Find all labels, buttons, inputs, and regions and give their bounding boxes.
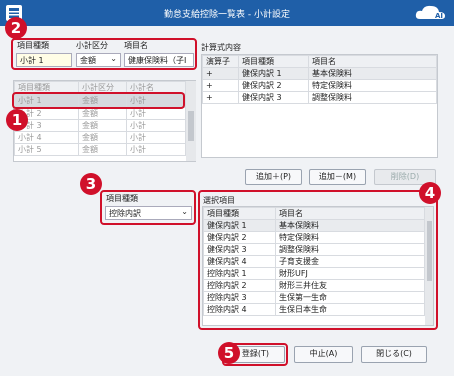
cell: 小計 — [126, 119, 186, 132]
cell: 健保内訳 1 — [238, 67, 309, 80]
highlight-box-2 — [11, 38, 197, 70]
step-badge-4: 4 — [419, 182, 441, 204]
cell: 特定保険料 — [308, 79, 437, 92]
table-row[interactable]: 小計 2 金額 小計 — [14, 107, 186, 120]
table-row[interactable]: + 健保内訳 3 調整保険料 — [202, 91, 437, 104]
step-badge-1: 1 — [6, 109, 28, 131]
highlight-box-3 — [100, 190, 196, 225]
cell: 金額 — [78, 107, 127, 120]
table-row[interactable]: 小計 4 金額 小計 — [14, 131, 186, 144]
formula-label: 計算式内容 — [201, 43, 241, 52]
cell: 金額 — [78, 131, 127, 144]
window-title: 勤怠支給控除一覧表 - 小計設定 — [164, 10, 290, 20]
cell: 小計 — [126, 143, 186, 156]
cell: 健保内訳 3 — [238, 91, 309, 104]
step-badge-2: 2 — [5, 17, 27, 39]
highlight-box-4 — [198, 190, 438, 330]
highlight-box-1 — [12, 92, 185, 109]
close-button[interactable]: 閉じる(C) — [361, 346, 427, 363]
cell: 小計 4 — [14, 131, 79, 144]
step-badge-3: 3 — [80, 173, 102, 195]
table-row[interactable]: 小計 3 金額 小計 — [14, 119, 186, 132]
add-plus-button[interactable]: 追加＋(P) — [245, 169, 302, 185]
title-bar: 勤怠支給控除一覧表 - 小計設定 AI — [0, 0, 454, 26]
cell: + — [202, 67, 239, 80]
svg-text:AI: AI — [435, 12, 443, 20]
cell: + — [202, 79, 239, 92]
subtotal-scrollbar[interactable] — [186, 81, 196, 161]
cancel-button[interactable]: 中止(A) — [294, 346, 353, 363]
cell: 金額 — [78, 119, 127, 132]
cell: 調整保険料 — [308, 91, 437, 104]
cell: 基本保険料 — [308, 67, 437, 80]
cell: 健保内訳 2 — [238, 79, 309, 92]
cloud-ai-logo-icon: AI — [415, 5, 445, 20]
formula-table[interactable]: 演算子 項目種類 項目名 + 健保内訳 1 基本保険料 + 健保内訳 2 特定保… — [201, 54, 438, 158]
formula-col-operator: 演算子 — [202, 55, 239, 68]
formula-col-item-name: 項目名 — [308, 55, 437, 68]
table-row[interactable]: + 健保内訳 1 基本保険料 — [202, 67, 437, 80]
cell: 金額 — [78, 143, 127, 156]
step-badge-5: 5 — [218, 342, 240, 364]
cell: + — [202, 91, 239, 104]
cell: 小計 — [126, 107, 186, 120]
scrollbar-thumb[interactable] — [188, 111, 194, 141]
cell: 小計 — [126, 131, 186, 144]
table-row[interactable]: 小計 5 金額 小計 — [14, 143, 186, 156]
add-minus-button[interactable]: 追加－(M) — [309, 169, 366, 185]
table-row[interactable]: + 健保内訳 2 特定保険料 — [202, 79, 437, 92]
cell: 小計 5 — [14, 143, 79, 156]
formula-col-item-type: 項目種類 — [238, 55, 309, 68]
